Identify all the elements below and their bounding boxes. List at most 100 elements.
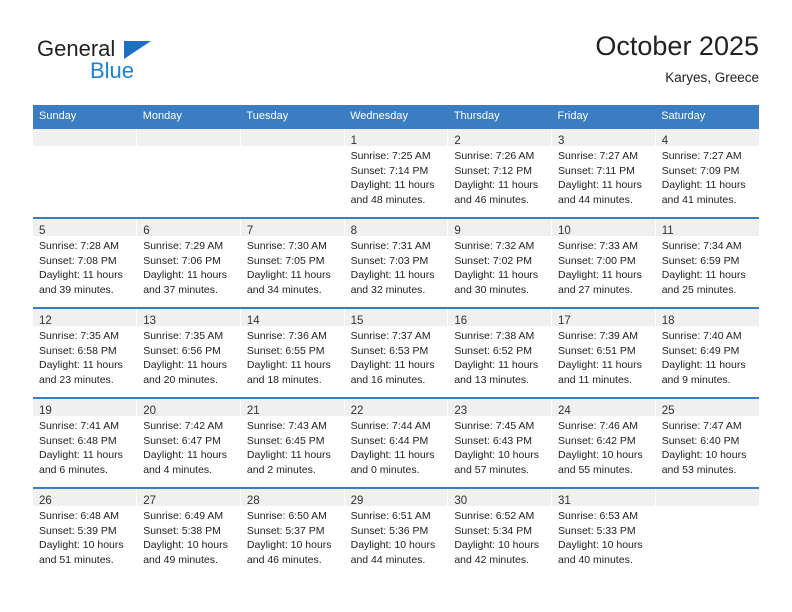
day-detail-line: Daylight: 11 hours: [454, 179, 539, 192]
day-cell[interactable]: 27 Sunrise: 6:49 AM Sunset: 5:38 PM Dayligh…: [136, 487, 241, 577]
day-cell-inner: 20 Sunrise: 7:42 AM Sunset: 6:47 PM Dayligh…: [137, 399, 240, 487]
day-detail-line: Sunrise: 7:47 AM: [661, 420, 742, 432]
day-cell[interactable]: 24 Sunrise: 7:46 AM Sunset: 6:42 PM Dayligh…: [551, 397, 656, 488]
day-number-band: 13: [137, 309, 240, 327]
day-cell-inner: 28 Sunrise: 6:50 AM Sunset: 5:37 PM Dayligh…: [240, 489, 344, 577]
calendar-week-row: 26 Sunrise: 6:48 AM Sunset: 5:39 PM Dayligh…: [33, 487, 759, 577]
day-detail-line: Sunrise: 6:49 AM: [143, 510, 224, 522]
day-cell[interactable]: 10 Sunrise: 7:33 AM Sunset: 7:00 PM Dayligh…: [551, 217, 656, 308]
day-detail-line: and 46 minutes.: [246, 553, 322, 566]
day-detail-line: Daylight: 11 hours: [246, 269, 331, 282]
day-number-band: 3: [552, 129, 655, 147]
day-cell[interactable]: 3 Sunrise: 7:27 AM Sunset: 7:11 PM Daylight…: [551, 127, 656, 218]
day-number: 22: [350, 405, 364, 417]
day-detail-line: Sunset: 7:03 PM: [350, 254, 429, 267]
day-cell-inner: 17 Sunrise: 7:39 AM Sunset: 6:51 PM Dayligh…: [552, 309, 655, 397]
day-cell[interactable]: 29 Sunrise: 6:51 AM Sunset: 5:36 PM Dayligh…: [344, 487, 449, 577]
day-cell-empty: [655, 487, 759, 577]
day-number-band: 8: [344, 219, 448, 237]
day-number-band: 2: [448, 129, 552, 147]
day-number-band: 4: [655, 129, 759, 147]
page-subtitle-location: Karyes, Greece: [665, 70, 759, 85]
day-number-band: 25: [655, 399, 759, 417]
day-detail-line: Daylight: 11 hours: [39, 449, 123, 462]
day-detail-line: Daylight: 11 hours: [661, 179, 746, 192]
day-detail-line: and 41 minutes.: [661, 193, 737, 206]
day-cell[interactable]: 28 Sunrise: 6:50 AM Sunset: 5:37 PM Dayligh…: [240, 487, 345, 577]
day-number: 9: [454, 225, 461, 237]
day-cell[interactable]: 11 Sunrise: 7:34 AM Sunset: 6:59 PM Dayligh…: [655, 217, 759, 308]
day-detail-line: Sunrise: 7:27 AM: [661, 150, 742, 162]
day-cell-details: Sunrise: 7:30 AM Sunset: 7:05 PM Daylight:…: [241, 236, 344, 297]
day-cell-details: Sunrise: 6:48 AM Sunset: 5:39 PM Daylight:…: [33, 506, 136, 567]
day-cell[interactable]: 26 Sunrise: 6:48 AM Sunset: 5:39 PM Dayligh…: [33, 487, 138, 577]
day-cell-inner: 23 Sunrise: 7:45 AM Sunset: 6:43 PM Dayligh…: [448, 399, 552, 487]
day-cell[interactable]: 22 Sunrise: 7:44 AM Sunset: 6:44 PM Dayligh…: [344, 397, 449, 488]
day-detail-line: Sunset: 5:39 PM: [39, 524, 117, 537]
day-cell[interactable]: 4 Sunrise: 7:27 AM Sunset: 7:09 PM Daylight…: [655, 127, 759, 218]
day-cell[interactable]: 18 Sunrise: 7:40 AM Sunset: 6:49 PM Dayligh…: [655, 307, 759, 398]
day-cell[interactable]: 15 Sunrise: 7:37 AM Sunset: 6:53 PM Dayligh…: [344, 307, 449, 398]
day-cell[interactable]: 17 Sunrise: 7:39 AM Sunset: 6:51 PM Dayligh…: [551, 307, 656, 398]
day-detail-line: and 34 minutes.: [246, 283, 322, 296]
day-cell[interactable]: 20 Sunrise: 7:42 AM Sunset: 6:47 PM Dayligh…: [136, 397, 241, 488]
day-cell[interactable]: 23 Sunrise: 7:45 AM Sunset: 6:43 PM Dayligh…: [447, 397, 553, 488]
day-number-band: 1: [344, 129, 448, 147]
day-cell-inner: 15 Sunrise: 7:37 AM Sunset: 6:53 PM Dayligh…: [344, 309, 448, 397]
day-number-band: 21: [240, 399, 344, 417]
day-number: 5: [39, 225, 46, 237]
day-detail-line: Sunset: 7:02 PM: [454, 254, 532, 267]
day-cell-details: Sunrise: 6:53 AM Sunset: 5:33 PM Daylight:…: [552, 506, 655, 567]
day-number: 15: [350, 315, 364, 327]
day-number-band: 27: [137, 489, 240, 507]
day-detail-line: Sunset: 5:37 PM: [246, 524, 325, 537]
day-detail-line: Sunset: 7:06 PM: [143, 254, 221, 267]
day-detail-line: Sunrise: 7:30 AM: [246, 240, 327, 252]
day-cell[interactable]: 8 Sunrise: 7:31 AM Sunset: 7:03 PM Daylight…: [344, 217, 449, 308]
logo-word-blue: Blue: [90, 58, 135, 83]
general-blue-logo[interactable]: General Blue: [33, 32, 223, 90]
weekday-header-tuesday: Tuesday: [240, 105, 345, 128]
day-detail-line: and 37 minutes.: [143, 283, 218, 296]
title-block: October 2025 Karyes, Greece: [595, 30, 759, 88]
weekday-header-monday: Monday: [136, 105, 241, 128]
day-detail-line: Sunrise: 7:27 AM: [558, 150, 638, 162]
day-detail-line: and 49 minutes.: [143, 553, 218, 566]
day-number-band: 14: [240, 309, 344, 327]
day-cell[interactable]: 16 Sunrise: 7:38 AM Sunset: 6:52 PM Dayligh…: [447, 307, 553, 398]
day-cell[interactable]: 30 Sunrise: 6:52 AM Sunset: 5:34 PM Dayligh…: [447, 487, 553, 577]
day-cell[interactable]: 2 Sunrise: 7:26 AM Sunset: 7:12 PM Daylight…: [447, 127, 553, 218]
day-detail-line: Sunrise: 7:38 AM: [454, 330, 535, 342]
day-cell[interactable]: 12 Sunrise: 7:35 AM Sunset: 6:58 PM Dayligh…: [33, 307, 138, 398]
day-cell[interactable]: 9 Sunrise: 7:32 AM Sunset: 7:02 PM Daylight…: [447, 217, 553, 308]
day-cell[interactable]: 21 Sunrise: 7:43 AM Sunset: 6:45 PM Dayligh…: [240, 397, 345, 488]
day-cell-details: Sunrise: 6:50 AM Sunset: 5:37 PM Daylight:…: [241, 506, 344, 567]
day-cell-details: Sunrise: 7:38 AM Sunset: 6:52 PM Daylight:…: [448, 326, 551, 387]
day-cell[interactable]: 1 Sunrise: 7:25 AM Sunset: 7:14 PM Daylight…: [344, 127, 449, 218]
day-cell[interactable]: 13 Sunrise: 7:35 AM Sunset: 6:56 PM Dayligh…: [136, 307, 241, 398]
day-detail-line: and 6 minutes.: [39, 463, 108, 476]
day-cell-details: Sunrise: 7:46 AM Sunset: 6:42 PM Daylight:…: [552, 416, 655, 477]
day-cell[interactable]: 14 Sunrise: 7:36 AM Sunset: 6:55 PM Dayligh…: [240, 307, 345, 398]
day-detail-line: Sunset: 6:47 PM: [143, 434, 221, 447]
day-detail-line: Sunset: 6:49 PM: [661, 344, 740, 357]
day-cell[interactable]: 5 Sunrise: 7:28 AM Sunset: 7:08 PM Daylight…: [33, 217, 138, 308]
day-cell[interactable]: 7 Sunrise: 7:30 AM Sunset: 7:05 PM Daylight…: [240, 217, 345, 308]
day-detail-line: and 46 minutes.: [454, 193, 530, 206]
day-cell-inner: 9 Sunrise: 7:32 AM Sunset: 7:02 PM Daylight…: [448, 219, 552, 307]
day-number-band: 23: [448, 399, 552, 417]
day-detail-line: and 40 minutes.: [558, 553, 633, 566]
day-number: 31: [558, 495, 571, 507]
day-detail-line: and 57 minutes.: [454, 463, 530, 476]
day-cell-details: Sunrise: 7:42 AM Sunset: 6:47 PM Daylight:…: [137, 416, 240, 477]
day-detail-line: Sunset: 6:40 PM: [661, 434, 740, 447]
day-cell[interactable]: 19 Sunrise: 7:41 AM Sunset: 6:48 PM Dayligh…: [33, 397, 138, 488]
day-number-band: 30: [448, 489, 552, 507]
day-cell[interactable]: 25 Sunrise: 7:47 AM Sunset: 6:40 PM Dayligh…: [655, 397, 759, 488]
day-number-band: 31: [552, 489, 655, 507]
day-detail-line: Daylight: 10 hours: [454, 539, 539, 552]
day-cell[interactable]: 31 Sunrise: 6:53 AM Sunset: 5:33 PM Dayligh…: [551, 487, 656, 577]
day-cell[interactable]: 6 Sunrise: 7:29 AM Sunset: 7:06 PM Daylight…: [136, 217, 241, 308]
day-number-band: 19: [33, 399, 137, 417]
day-cell-inner: 10 Sunrise: 7:33 AM Sunset: 7:00 PM Dayligh…: [552, 219, 655, 307]
